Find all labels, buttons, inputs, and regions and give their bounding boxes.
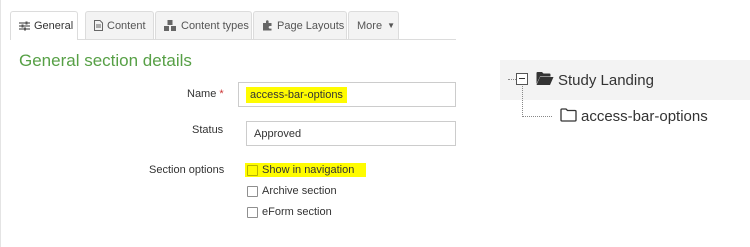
tree-connector <box>522 86 523 117</box>
document-icon <box>94 20 103 31</box>
tree-root-label: Study Landing <box>558 72 654 89</box>
name-input[interactable]: access-bar-options <box>238 82 456 107</box>
eform-section-option[interactable]: eForm section <box>247 206 332 218</box>
tab-label: General <box>34 20 74 32</box>
show-in-navigation-label: Show in navigation <box>262 164 355 176</box>
name-input-value: access-bar-options <box>246 86 347 103</box>
section-tree: Study Landing access-bar-options <box>500 60 750 135</box>
tree-connector <box>508 79 516 80</box>
status-value: Approved <box>254 127 302 140</box>
status-select[interactable]: Approved <box>246 121 456 146</box>
tab-content-types[interactable]: Content types <box>155 11 252 39</box>
tree-node-access-bar-options[interactable]: access-bar-options <box>560 106 750 128</box>
status-label: Status <box>192 124 224 136</box>
archive-section-label: Archive section <box>262 185 337 197</box>
tab-label: More <box>357 19 383 32</box>
tab-general[interactable]: General <box>10 11 78 40</box>
folder-icon <box>560 108 577 127</box>
show-in-navigation-checkbox[interactable] <box>247 164 258 176</box>
tree-connector <box>522 116 552 117</box>
section-title: General section details <box>19 51 192 70</box>
name-label-text: Name <box>187 88 217 100</box>
tab-more[interactable]: More ▼ <box>348 11 399 39</box>
section-form-panel: General Content Content types Page Layou… <box>0 0 456 247</box>
sliders-icon <box>19 21 30 31</box>
required-marker: * <box>219 88 224 100</box>
puzzle-icon <box>262 20 273 31</box>
tab-content[interactable]: Content <box>85 11 154 39</box>
name-label: Name * <box>187 88 224 100</box>
archive-section-checkbox[interactable] <box>247 185 258 197</box>
caret-down-icon: ▼ <box>387 21 395 30</box>
eform-section-checkbox[interactable] <box>247 206 258 218</box>
tab-label: Content <box>107 19 146 32</box>
tab-label: Page Layouts <box>277 19 345 32</box>
collapse-toggle-icon[interactable] <box>516 73 528 85</box>
eform-section-label: eForm section <box>262 206 332 218</box>
tab-label: Content types <box>181 19 249 32</box>
section-options-label: Section options <box>149 164 225 176</box>
tab-page-layouts[interactable]: Page Layouts <box>253 11 347 39</box>
tab-bar: General Content Content types Page Layou… <box>10 11 456 40</box>
show-in-navigation-option[interactable]: Show in navigation <box>245 163 367 177</box>
cubes-icon <box>164 20 177 31</box>
tree-child-label: access-bar-options <box>581 108 708 125</box>
archive-section-option[interactable]: Archive section <box>247 185 337 197</box>
folder-open-icon <box>536 71 554 91</box>
tree-node-study-landing[interactable]: Study Landing <box>500 60 750 100</box>
